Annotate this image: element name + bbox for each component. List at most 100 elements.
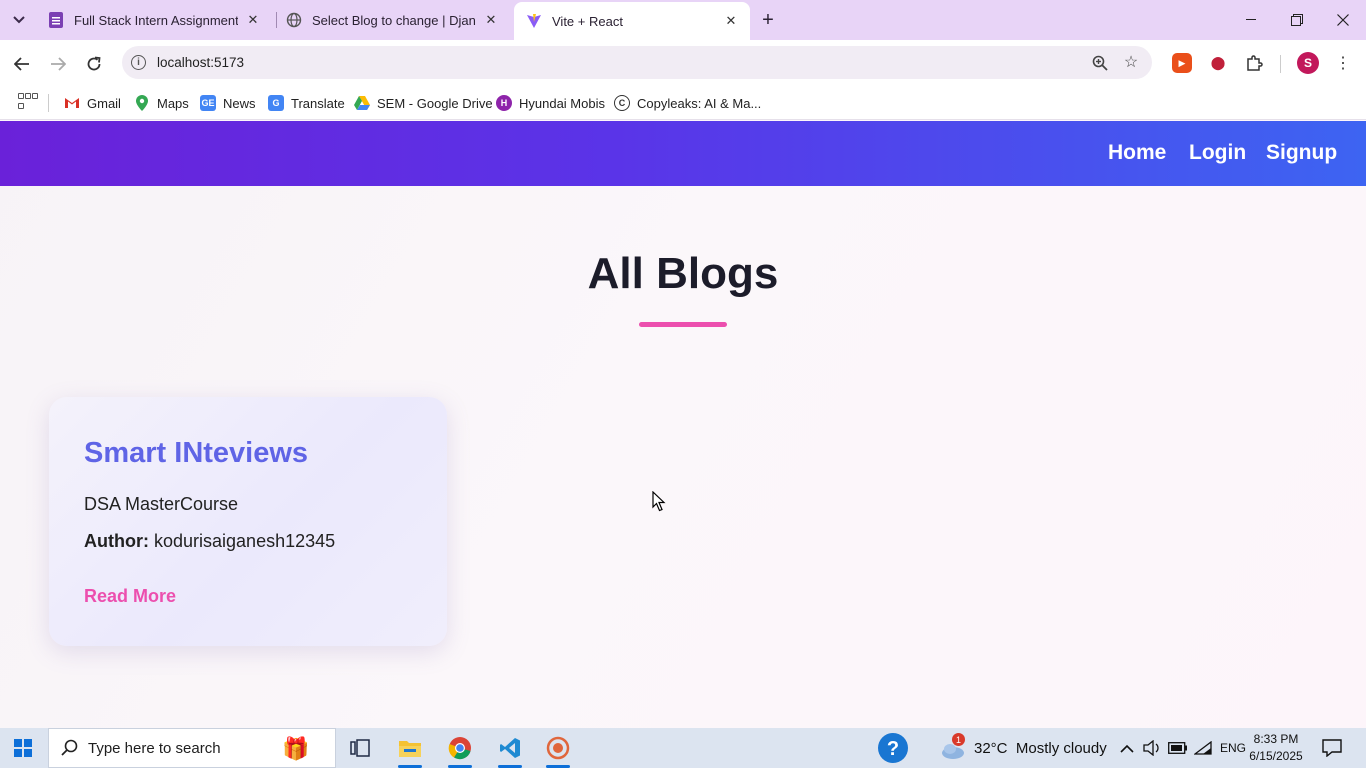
tab-vite-react[interactable]: Vite + React ✕ bbox=[514, 2, 750, 40]
close-icon[interactable]: ✕ bbox=[244, 11, 262, 29]
reload-button[interactable] bbox=[80, 50, 108, 78]
minimize-button[interactable] bbox=[1228, 0, 1274, 40]
arrow-right-icon bbox=[51, 57, 66, 71]
copyleaks-icon: C bbox=[614, 95, 630, 111]
system-clock[interactable]: 8:33 PM 6/15/2025 bbox=[1240, 731, 1312, 765]
weather-cloud-icon: 1 bbox=[940, 733, 966, 760]
wifi-icon[interactable] bbox=[1194, 728, 1212, 768]
notifications-icon[interactable] bbox=[1322, 728, 1342, 768]
bookmark-label: News bbox=[223, 95, 256, 111]
tab-django-admin[interactable]: Select Blog to change | Django ✕ bbox=[274, 0, 510, 40]
bookmark-label: Copyleaks: AI & Ma... bbox=[637, 95, 762, 111]
bookmark-star-icon[interactable]: ☆ bbox=[1121, 52, 1141, 72]
tab-assignment[interactable]: Full Stack Intern Assignment Su ✕ bbox=[36, 0, 272, 40]
blog-subtitle: DSA MasterCourse bbox=[84, 494, 239, 514]
extension-pin-icon[interactable]: ⬤ bbox=[1208, 53, 1228, 73]
browser-toolbar: i localhost:5173 ☆ ▶ ⬤ S ⋮ bbox=[0, 40, 1366, 86]
hyundai-icon: H bbox=[496, 95, 512, 111]
sheets-icon bbox=[48, 12, 64, 28]
minimize-icon bbox=[1246, 19, 1256, 20]
tab-label: Select Blog to change | Django bbox=[312, 12, 476, 28]
windows-start-icon[interactable] bbox=[14, 739, 32, 757]
tab-label: Full Stack Intern Assignment Su bbox=[74, 12, 238, 28]
task-view-icon[interactable] bbox=[340, 733, 380, 763]
bookmark-label: Hyundai Mobis bbox=[519, 95, 605, 111]
tab-label: Vite + React bbox=[552, 13, 623, 29]
clock-time: 8:33 PM bbox=[1253, 732, 1299, 746]
author-name: kodurisaiganesh12345 bbox=[154, 531, 336, 551]
weather-text: 32°C Mostly cloudy bbox=[974, 739, 1107, 757]
gmail-icon bbox=[64, 95, 80, 111]
back-button[interactable] bbox=[8, 50, 36, 78]
address-bar[interactable]: i localhost:5173 ☆ bbox=[122, 46, 1152, 79]
site-info-icon[interactable]: i bbox=[131, 55, 146, 70]
svg-text:?: ? bbox=[887, 738, 899, 760]
read-more-link[interactable]: Read More bbox=[84, 586, 176, 607]
web-page: Home Login Signup All Blogs Smart INtevi… bbox=[0, 121, 1366, 728]
forward-button[interactable] bbox=[44, 50, 72, 78]
bookmark-label: Maps bbox=[157, 95, 189, 111]
extension-red-icon[interactable]: ▶ bbox=[1172, 53, 1192, 73]
windows-taskbar: Type here to search 🎁 ? 1 32°C Mostly cl… bbox=[0, 728, 1366, 768]
chevron-down-icon bbox=[13, 16, 25, 24]
help-icon[interactable]: ? bbox=[877, 728, 909, 768]
bookmark-drive[interactable]: SEM - Google Drive bbox=[354, 92, 493, 114]
show-hidden-icons[interactable] bbox=[1120, 728, 1134, 768]
bookmarks-bar: Gmail Maps GE News G Translate SEM - Goo… bbox=[0, 86, 1366, 120]
restore-icon bbox=[1291, 14, 1303, 26]
restore-button[interactable] bbox=[1274, 0, 1320, 40]
close-icon[interactable]: ✕ bbox=[722, 12, 740, 30]
battery-icon[interactable] bbox=[1168, 728, 1188, 768]
tab-search-button[interactable] bbox=[6, 8, 32, 32]
translate-icon: G bbox=[268, 95, 284, 111]
nav-login-link[interactable]: Login bbox=[1189, 141, 1246, 165]
vscode-icon[interactable] bbox=[490, 733, 530, 768]
new-tab-button[interactable]: + bbox=[756, 8, 780, 32]
bookmark-label: Translate bbox=[291, 95, 345, 111]
bookmark-gmail[interactable]: Gmail bbox=[64, 92, 121, 114]
toolbar-divider bbox=[1280, 55, 1281, 73]
blog-author: Author: kodurisaiganesh12345 bbox=[84, 531, 335, 552]
weather-alert-badge: 1 bbox=[952, 733, 965, 746]
close-window-button[interactable] bbox=[1320, 0, 1366, 40]
title-underline bbox=[639, 322, 727, 327]
recorder-app-icon[interactable] bbox=[538, 733, 578, 768]
file-explorer-icon[interactable] bbox=[390, 733, 430, 768]
profile-avatar[interactable]: S bbox=[1297, 52, 1319, 74]
speaker-icon[interactable] bbox=[1143, 728, 1161, 768]
reload-icon bbox=[87, 56, 101, 71]
zoom-icon[interactable] bbox=[1090, 53, 1110, 73]
arrow-left-icon bbox=[14, 57, 29, 71]
clock-date: 6/15/2025 bbox=[1249, 749, 1303, 763]
nav-signup-link[interactable]: Signup bbox=[1266, 141, 1337, 165]
bookmark-translate[interactable]: G Translate bbox=[268, 92, 345, 114]
news-icon: GE bbox=[200, 95, 216, 111]
bookmark-label: Gmail bbox=[87, 95, 121, 111]
bookmark-label: SEM - Google Drive bbox=[377, 95, 493, 111]
bookmark-copyleaks[interactable]: C Copyleaks: AI & Ma... bbox=[614, 92, 761, 114]
apps-grid-icon[interactable] bbox=[18, 93, 38, 111]
maps-icon bbox=[134, 95, 150, 111]
extensions-puzzle-icon[interactable] bbox=[1244, 53, 1264, 73]
weather-widget[interactable]: 1 32°C Mostly cloudy bbox=[940, 728, 1107, 768]
bookmark-maps[interactable]: Maps bbox=[134, 92, 189, 114]
page-title: All Blogs bbox=[587, 249, 779, 298]
chrome-icon[interactable] bbox=[440, 733, 480, 768]
blog-title: Smart INteviews bbox=[84, 437, 309, 469]
bookmarks-divider bbox=[48, 94, 49, 112]
gift-icon: 🎁 bbox=[282, 736, 310, 761]
bookmark-hyundai[interactable]: H Hyundai Mobis bbox=[496, 92, 605, 114]
vite-logo-icon bbox=[526, 13, 542, 29]
blog-card: Smart INteviews DSA MasterCourse Author:… bbox=[49, 397, 447, 646]
taskbar-search-box[interactable]: Type here to search 🎁 bbox=[48, 728, 336, 768]
close-icon[interactable]: ✕ bbox=[482, 11, 500, 29]
chevron-up-icon bbox=[1120, 744, 1134, 753]
browser-tab-strip: Full Stack Intern Assignment Su ✕ Select… bbox=[0, 0, 1366, 40]
author-label: Author: bbox=[84, 531, 149, 551]
nav-home-link[interactable]: Home bbox=[1108, 141, 1166, 165]
bookmark-news[interactable]: GE News bbox=[200, 92, 256, 114]
drive-icon bbox=[354, 95, 370, 111]
site-navbar: Home Login Signup bbox=[0, 121, 1366, 186]
more-menu-icon[interactable]: ⋮ bbox=[1333, 52, 1353, 74]
url-text[interactable]: localhost:5173 bbox=[157, 55, 244, 70]
